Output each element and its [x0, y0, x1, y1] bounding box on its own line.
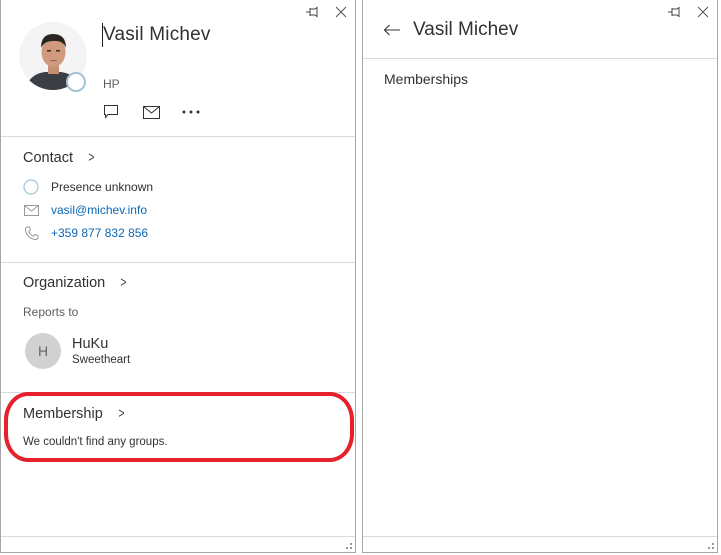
phone-row: +359 877 832 856 — [22, 225, 148, 241]
reports-to-label: Reports to — [23, 305, 79, 319]
presence-text: Presence unknown — [51, 180, 154, 194]
organization-section: Organization > Reports to H HuKu Sweethe… — [1, 263, 355, 393]
contact-title: Contact — [23, 149, 73, 166]
membership-header[interactable]: Membership > — [23, 405, 126, 422]
memberships-header-title: Vasil Michev — [413, 19, 519, 40]
memberships-header: Vasil Michev — [363, 0, 717, 59]
membership-empty-text: We couldn't find any groups. — [23, 436, 168, 448]
email-link[interactable]: vasil@michev.info — [51, 203, 147, 217]
email-button[interactable] — [142, 104, 160, 120]
membership-section: Membership > We couldn't find any groups… — [1, 393, 355, 473]
presence-indicator — [66, 72, 86, 92]
more-button[interactable] — [182, 104, 200, 120]
presence-row: Presence unknown — [22, 179, 153, 195]
email-row: vasil@michev.info — [22, 202, 147, 218]
memberships-label: Memberships — [384, 71, 469, 87]
manager-name: HuKu — [72, 335, 109, 352]
person-name: Vasil Michev — [103, 24, 211, 45]
presence-circle-icon — [22, 179, 40, 195]
chevron-right-icon: > — [120, 274, 127, 291]
contact-section: Contact > Presence unknown vasil@michev.… — [1, 137, 355, 263]
card-header: Vasil Michev HP — [1, 0, 355, 137]
organization-header[interactable]: Organization > — [23, 274, 128, 291]
back-button[interactable] — [383, 21, 403, 39]
mail-icon — [22, 202, 40, 218]
window-footer — [363, 536, 717, 552]
resize-grip-icon[interactable] — [346, 543, 352, 549]
phone-icon — [22, 225, 40, 241]
chevron-right-icon: > — [88, 149, 95, 166]
chat-button[interactable] — [102, 104, 120, 120]
chat-icon — [104, 105, 118, 119]
contact-card-window: Vasil Michev HP Contact > Presence unkno… — [0, 0, 356, 553]
arrow-left-icon — [383, 24, 400, 36]
membership-title: Membership — [23, 405, 103, 422]
manager-title: Sweetheart — [72, 353, 131, 366]
phone-link[interactable]: +359 877 832 856 — [51, 226, 148, 240]
chevron-right-icon: > — [118, 405, 125, 422]
contact-header[interactable]: Contact > — [23, 149, 96, 166]
mail-icon — [142, 105, 160, 119]
manager-item[interactable]: H HuKu Sweetheart — [25, 333, 130, 369]
window-footer — [1, 536, 355, 552]
memberships-window: Vasil Michev Memberships — [362, 0, 718, 553]
more-icon — [182, 110, 200, 114]
company-name: HP — [103, 77, 120, 91]
organization-title: Organization — [23, 274, 106, 291]
manager-avatar: H — [25, 333, 61, 369]
quick-actions — [102, 104, 200, 120]
resize-grip-icon[interactable] — [708, 543, 714, 549]
